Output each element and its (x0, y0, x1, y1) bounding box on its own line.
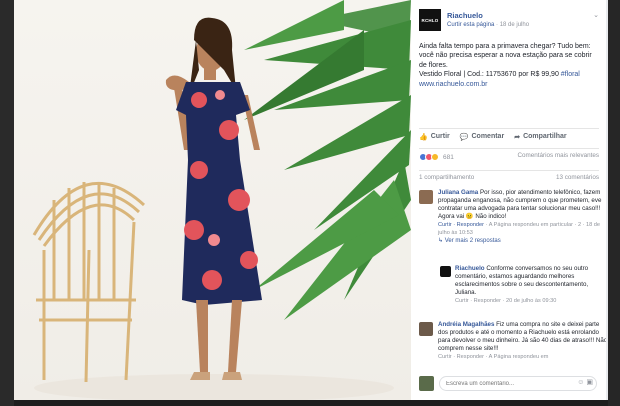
background-right (608, 0, 620, 406)
comment-composer: ☺ ▣ (419, 374, 599, 394)
post-panel: RCHLO Riachuelo Curtir esta página · 18 … (411, 0, 608, 400)
hashtag-link[interactable]: #floral (561, 71, 580, 78)
page-avatar[interactable]: RCHLO (419, 9, 441, 31)
avatar[interactable] (419, 190, 433, 204)
wicker-chair (32, 181, 146, 383)
emoji-icon: 😐 (465, 213, 474, 220)
chevron-down-icon[interactable]: ⌄ (593, 11, 599, 19)
page-name[interactable]: Riachuelo (447, 11, 483, 20)
comment-meta: Curtir · Responder · A Página respondeu … (438, 354, 549, 360)
like-button[interactable]: 👍 Curtir (419, 133, 450, 141)
post-text-line1: Ainda falta tempo para a primavera chega… (419, 43, 592, 69)
comment-reply-link[interactable]: Curtir · Responder (438, 222, 484, 228)
photo-illustration (32, 0, 411, 400)
post-photo[interactable] (14, 0, 411, 400)
shares-row: 1 compartilhamento 13 comentários (419, 170, 599, 181)
avatar[interactable] (440, 266, 451, 277)
view-more-replies-link[interactable]: ↳ Ver mais 2 respostas (438, 237, 608, 245)
shares-count[interactable]: 1 compartilhamento (419, 174, 474, 181)
reply-arrow-icon: ↳ (438, 238, 444, 244)
reply-item: Riachuelo Conforme conversamos no seu ou… (455, 265, 600, 305)
background-left (0, 0, 14, 406)
share-button[interactable]: ➦ Compartilhar (514, 133, 566, 141)
reactions-row[interactable]: 681 Comentários mais relevantes (419, 148, 599, 162)
viewer-frame: RCHLO Riachuelo Curtir esta página · 18 … (0, 0, 620, 406)
reply-author[interactable]: Riachuelo (455, 265, 485, 272)
palm-leaves (244, 0, 411, 320)
post-date[interactable]: 18 de julho (500, 22, 529, 28)
model (165, 17, 262, 380)
follow-page-link[interactable]: Curtir esta página (447, 22, 494, 28)
reaction-count: 681 (443, 153, 454, 161)
comment-author[interactable]: Andréia Magalhães (438, 321, 494, 328)
comment-meta: Curtir · Responder · A Página respondeu … (438, 222, 601, 236)
panel-scrollbar[interactable] (606, 0, 608, 400)
reply-meta: Curtir · Responder · 20 de julho às 09:3… (455, 298, 557, 304)
wow-reaction-icon (431, 153, 439, 161)
website-link[interactable]: www.riachuelo.com.br (419, 80, 599, 89)
comment-item: Juliana Gama Por isso, pior atendimento … (438, 189, 608, 245)
action-bar: 👍 Curtir 💬 Comentar ➦ Compartilhar (419, 128, 599, 142)
post-body: Ainda falta tempo para a primavera chega… (419, 42, 599, 89)
comment-author[interactable]: Juliana Gama (438, 189, 478, 196)
comment-sort-dropdown[interactable]: Comentários mais relevantes (517, 152, 599, 159)
comment-input[interactable] (439, 376, 597, 391)
share-arrow-icon: ➦ (514, 133, 521, 141)
post-text-line2: Vestido Floral | Cod.: 11753670 por R$ 9… (419, 71, 559, 79)
thumbs-up-icon: 👍 (419, 133, 428, 141)
page-meta: Curtir esta página · 18 de julho (447, 22, 530, 28)
post-header: RCHLO Riachuelo Curtir esta página · 18 … (419, 9, 599, 33)
emoji-picker-icon[interactable]: ☺ ▣ (577, 378, 593, 386)
avatar (419, 376, 434, 391)
comment-button[interactable]: 💬 Comentar (460, 133, 504, 141)
comment-text-tail: Não indico! (475, 213, 507, 220)
comments-count[interactable]: 13 comentários (556, 174, 599, 181)
avatar[interactable] (419, 322, 433, 336)
speech-bubble-icon: 💬 (459, 133, 469, 141)
comment-item: Andréia Magalhães Fiz uma compra no site… (438, 321, 608, 361)
